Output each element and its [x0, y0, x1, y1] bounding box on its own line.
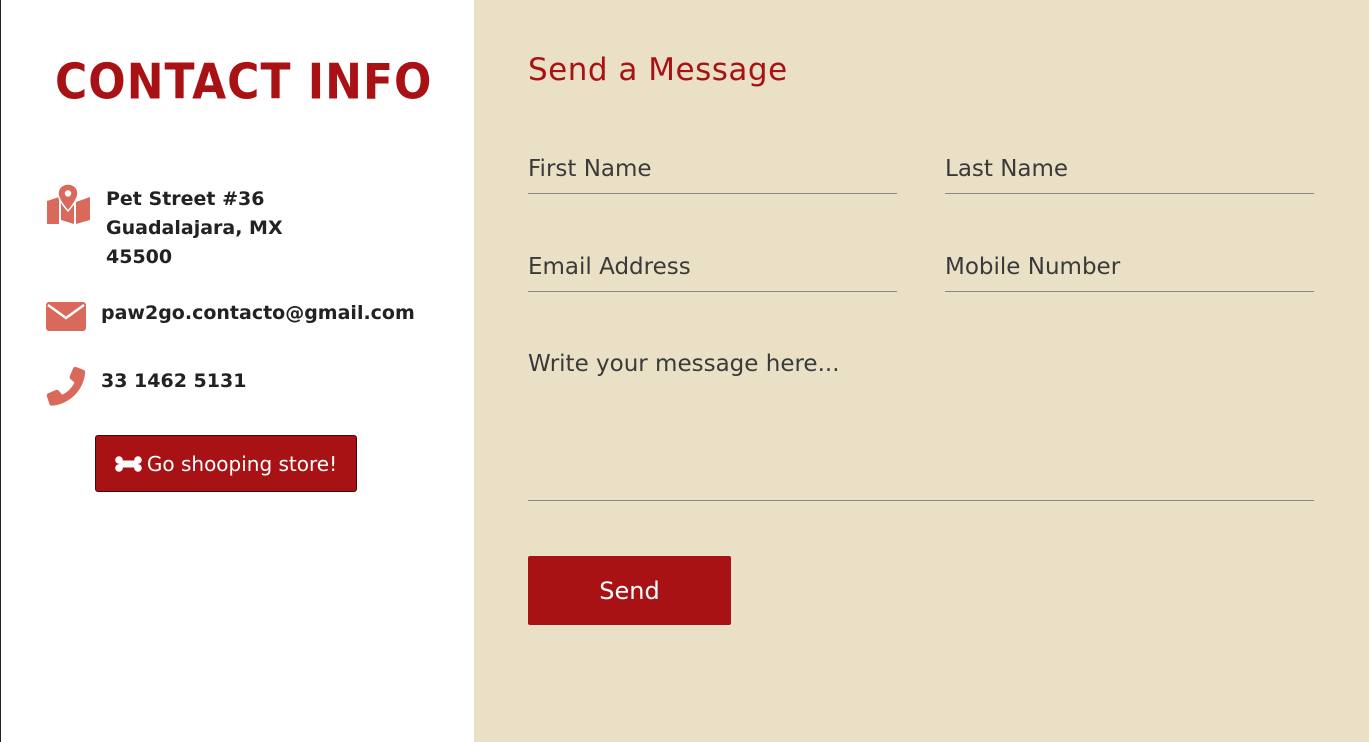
phone-icon — [46, 366, 86, 410]
phone-text[interactable]: 33 1462 5131 — [101, 367, 246, 396]
go-shopping-button[interactable]: Go shooping store! — [95, 435, 357, 492]
first-name-input[interactable] — [528, 144, 897, 194]
message-field — [528, 340, 1314, 501]
contact-page: CONTACT INFO Pet Street #36 Guadalajara,… — [0, 0, 1369, 742]
email-input[interactable] — [528, 242, 897, 292]
contact-info-title: CONTACT INFO — [55, 53, 433, 111]
first-name-field — [528, 144, 897, 194]
envelope-icon — [46, 299, 86, 337]
email-row: paw2go.contacto@gmail.com — [46, 299, 415, 337]
email-field — [528, 242, 897, 292]
mobile-input[interactable] — [945, 242, 1314, 292]
last-name-input[interactable] — [945, 144, 1314, 194]
last-name-field — [945, 144, 1314, 194]
address-line-3: 45500 — [106, 246, 173, 268]
message-textarea[interactable] — [528, 340, 1314, 498]
send-button[interactable]: Send — [528, 556, 731, 625]
go-shopping-label: Go shooping store! — [146, 451, 338, 476]
map-pin-icon — [46, 183, 91, 230]
form-title: Send a Message — [528, 52, 788, 88]
mobile-field — [945, 242, 1314, 292]
contact-info-panel: CONTACT INFO Pet Street #36 Guadalajara,… — [1, 0, 474, 742]
phone-row: 33 1462 5131 — [46, 366, 246, 410]
email-text[interactable]: paw2go.contacto@gmail.com — [101, 299, 415, 328]
bone-icon — [115, 455, 142, 472]
message-form-panel: Send a Message Send — [474, 0, 1369, 742]
address-line-2: Guadalajara, MX — [106, 217, 283, 239]
address-line-1: Pet Street #36 — [106, 188, 265, 210]
address-row: Pet Street #36 Guadalajara, MX 45500 — [46, 183, 283, 272]
address-text: Pet Street #36 Guadalajara, MX 45500 — [106, 185, 283, 272]
